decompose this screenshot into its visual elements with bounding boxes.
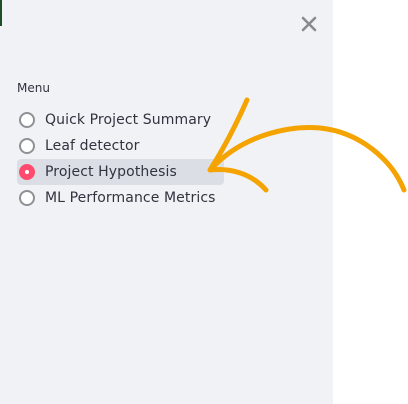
sidebar: Menu Quick Project Summary Leaf detector…: [0, 0, 333, 404]
menu-item-label: Leaf detector: [45, 138, 140, 154]
close-icon[interactable]: [299, 14, 319, 34]
screenshot: Menu Quick Project Summary Leaf detector…: [0, 0, 408, 404]
menu-item-ml-performance-metrics[interactable]: ML Performance Metrics: [17, 185, 224, 211]
menu-label: Menu: [17, 81, 50, 95]
menu-item-project-hypothesis[interactable]: Project Hypothesis: [17, 159, 224, 185]
radio-button[interactable]: [19, 190, 35, 206]
menu-item-label: ML Performance Metrics: [45, 190, 216, 206]
menu-radio-group: Quick Project Summary Leaf detector Proj…: [17, 107, 224, 211]
window-edge: [0, 0, 2, 26]
menu-item-leaf-detector[interactable]: Leaf detector: [17, 133, 224, 159]
menu-item-label: Quick Project Summary: [45, 112, 212, 128]
radio-button-selected[interactable]: [19, 164, 35, 180]
menu-item-label: Project Hypothesis: [45, 164, 177, 180]
radio-button[interactable]: [19, 112, 35, 128]
menu-item-quick-project-summary[interactable]: Quick Project Summary: [17, 107, 224, 133]
radio-button[interactable]: [19, 138, 35, 154]
